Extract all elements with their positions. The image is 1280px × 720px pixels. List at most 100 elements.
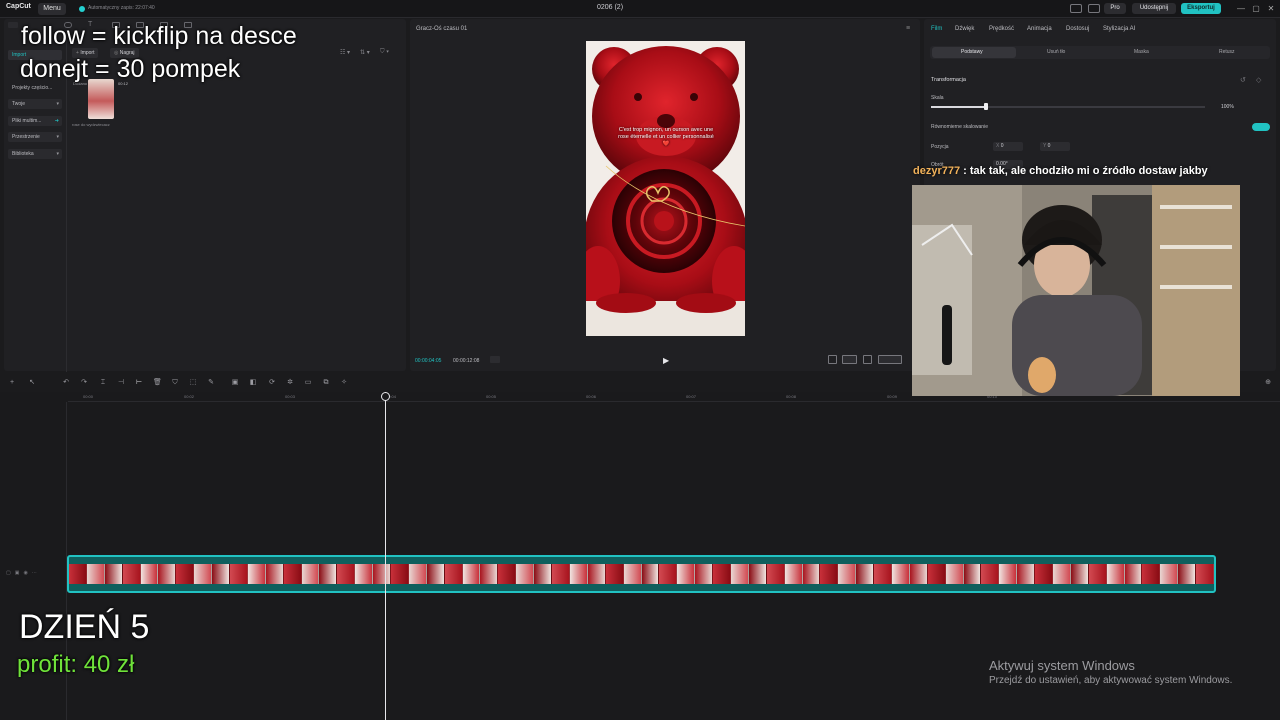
clip-frame [104, 564, 123, 584]
select-tool-icon[interactable]: ↖ [28, 379, 36, 387]
delete-left-icon[interactable]: ⊣ [117, 379, 125, 387]
export-button[interactable]: Eksportuj [1181, 3, 1221, 14]
tab-adjust[interactable]: Dostosuj [1066, 26, 1089, 32]
playhead-handle[interactable] [381, 392, 390, 401]
sidebar-item-media-files[interactable]: Pliki multim... ➜ [8, 116, 62, 126]
subtab-basics[interactable]: Podstawy [961, 49, 983, 55]
clip-frame [230, 564, 248, 584]
clip-frame [1017, 564, 1036, 584]
zoom-fit-icon[interactable]: ⊕ [1263, 379, 1273, 387]
clip-frame [1070, 564, 1089, 584]
clip-frame [86, 564, 105, 584]
frame-icon[interactable]: ▭ [304, 379, 312, 387]
ruler-tick: 00:09 [887, 394, 898, 399]
ruler-tick: 00:00 [83, 394, 94, 399]
position-x-field[interactable]: X 0 [993, 142, 1023, 151]
clip-filmstrip [69, 564, 1214, 584]
maximize-button[interactable]: ▢ [1250, 3, 1262, 15]
minimize-button[interactable]: — [1235, 3, 1247, 15]
ai-icon[interactable]: ✧ [340, 379, 348, 387]
sidebar-item-library[interactable]: Biblioteka ▾ [8, 149, 62, 159]
rotate-icon[interactable]: ⟳ [268, 379, 276, 387]
share-button[interactable]: Udostępnij [1132, 3, 1176, 14]
keyframe-icon[interactable]: ◇ [1256, 76, 1261, 84]
layout-icon[interactable] [1070, 4, 1082, 13]
video-clip[interactable] [67, 555, 1216, 593]
redo-icon[interactable]: ↷ [80, 379, 88, 387]
clip-frame [945, 564, 964, 584]
close-button[interactable]: ✕ [1265, 3, 1277, 15]
webcam-feed [912, 185, 1240, 396]
chat-message: dezyr777 : tak tak, ale chodziło mi o źr… [913, 165, 1208, 177]
shortcuts-icon[interactable] [1088, 4, 1100, 13]
clip-frame [838, 564, 857, 584]
media-thumbnail[interactable] [88, 79, 114, 119]
delete-icon[interactable]: 🗑 [153, 379, 162, 387]
position-y-value: 0 [1047, 143, 1051, 149]
playhead[interactable] [385, 392, 386, 720]
play-icon[interactable]: ▶ [663, 356, 669, 365]
clip-frame [748, 564, 767, 584]
tab-film[interactable]: Film [931, 26, 942, 32]
clip-frame [802, 564, 821, 584]
reset-icon[interactable]: ↺ [1240, 76, 1246, 84]
sidebar-item-spaces[interactable]: Przestrzenie ▾ [8, 132, 62, 142]
fullscreen-icon[interactable] [863, 355, 872, 364]
crop-tool-icon[interactable]: ⬚ [189, 379, 197, 387]
freeze-icon[interactable]: ▣ [231, 379, 239, 387]
image-icon[interactable]: ⧉ [322, 379, 330, 387]
scale-slider-handle[interactable] [983, 103, 988, 110]
menu-button[interactable]: Menu [38, 3, 66, 15]
crop-icon[interactable] [828, 355, 837, 364]
track-controls[interactable]: ▢▣◉⋯ [6, 570, 41, 576]
subtab-retouch[interactable]: Retusz [1219, 49, 1235, 55]
mirror-icon[interactable]: ◧ [249, 379, 257, 387]
clip-frame [301, 564, 320, 584]
split-icon[interactable]: ⌶ [99, 379, 107, 387]
sidebar-item-yours[interactable]: Twoje ▾ [8, 99, 62, 109]
undo-icon[interactable]: ↶ [62, 379, 70, 387]
clip-frame [373, 564, 392, 584]
view-toggle-icon[interactable]: ☷ ▾ [340, 49, 350, 56]
add-track-icon[interactable]: + [8, 379, 16, 387]
video-caption: C'est trop mignon, un ourson avec une ro… [618, 127, 714, 147]
position-y-field[interactable]: Y 0 [1040, 142, 1070, 151]
media-tab-icon[interactable] [8, 22, 18, 28]
filter-icon[interactable]: ⛉ ▾ [380, 49, 389, 56]
sort-icon[interactable]: ⇅ ▾ [360, 49, 370, 56]
clip-frame [1178, 564, 1197, 584]
draw-icon[interactable]: ✎ [207, 379, 215, 387]
clip-frame [355, 564, 374, 584]
clip-frame [981, 564, 1000, 584]
webcam-image [912, 185, 1240, 396]
tab-audio[interactable]: Dźwięk [955, 26, 974, 32]
tab-ai-style[interactable]: Stylizacja AI [1103, 26, 1135, 32]
quality-icon[interactable] [842, 355, 857, 364]
scale-slider-fill [931, 106, 986, 108]
transform-section-title: Transformacja [931, 77, 966, 83]
video-preview[interactable]: C'est trop mignon, un ourson avec une ro… [586, 41, 745, 336]
marker-icon[interactable] [490, 356, 500, 363]
teddy-bear-image [586, 41, 745, 336]
clip-frame [140, 564, 159, 584]
sidebar-item-projects[interactable]: Projekty częścio... [8, 83, 62, 93]
shield-icon[interactable]: ⛉ [171, 379, 179, 387]
clip-frame [462, 564, 481, 584]
position-label: Pozycja [931, 144, 949, 150]
menu-icon[interactable]: ≡ [906, 25, 910, 32]
sidebar-item-label: Pliki multim... [12, 118, 42, 124]
aspect-ratio-button[interactable] [878, 355, 902, 364]
tab-animation[interactable]: Animacja [1027, 26, 1052, 32]
subtab-remove-bg[interactable]: Usuń tło [1047, 49, 1065, 55]
magic-icon[interactable]: ✲ [286, 379, 294, 387]
autosave-status: Automatyczny zapis: 22:07:40 [88, 5, 155, 11]
pro-button[interactable]: Pro [1104, 3, 1126, 14]
project-title: 0206 (2) [596, 4, 624, 11]
subtab-mask[interactable]: Maska [1134, 49, 1149, 55]
tab-speed[interactable]: Prędkość [989, 26, 1014, 32]
uniform-scale-toggle[interactable] [1252, 123, 1270, 131]
scale-value[interactable]: 100% [1221, 104, 1234, 110]
clip-frame [1196, 564, 1214, 584]
clip-frame [569, 564, 588, 584]
delete-right-icon[interactable]: ⊢ [135, 379, 143, 387]
